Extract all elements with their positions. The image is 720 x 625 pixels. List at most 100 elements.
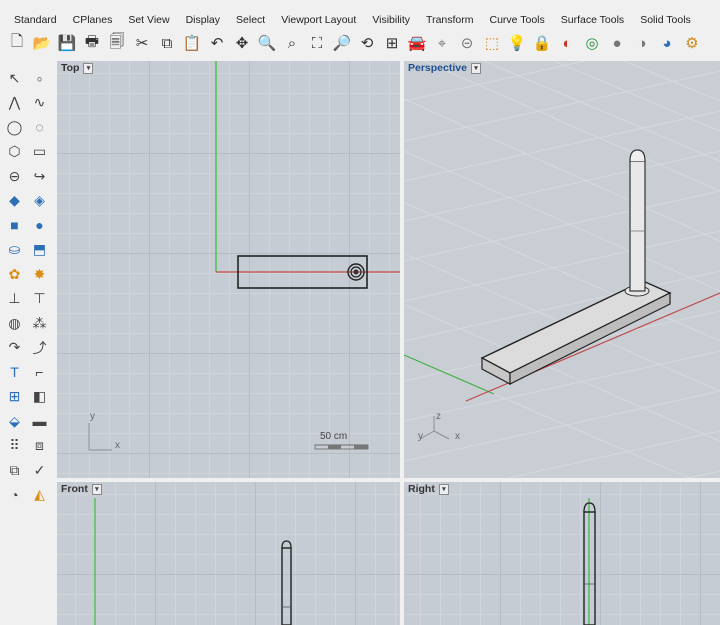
- tab-select[interactable]: Select: [228, 14, 273, 26]
- axis-label-z: z: [436, 411, 441, 422]
- import-icon[interactable]: 🗐: [106, 32, 128, 54]
- array-icon[interactable]: ⊞: [2, 385, 27, 409]
- cylinder-icon[interactable]: ⛀: [2, 238, 27, 262]
- palette-row: ◔ ◭: [2, 483, 56, 508]
- layer-icon[interactable]: ⧉: [2, 458, 27, 482]
- box-icon[interactable]: ■: [2, 213, 27, 237]
- scale-bar-segment: [328, 445, 341, 449]
- tab-set-view[interactable]: Set View: [120, 14, 177, 26]
- snap-icon[interactable]: ⌖: [431, 32, 453, 54]
- select-icon[interactable]: ⬚: [481, 32, 503, 54]
- render-preview-icon[interactable]: ◑: [631, 32, 653, 54]
- transform-icon[interactable]: ⬙: [2, 409, 27, 433]
- join-icon[interactable]: ⁂: [27, 311, 52, 335]
- viewport-menu-caret-icon[interactable]: ▾: [438, 483, 449, 495]
- circle-icon[interactable]: ◯: [2, 115, 27, 139]
- rendered-sphere-icon[interactable]: ◕: [656, 32, 678, 54]
- offset-icon[interactable]: ↷: [2, 336, 27, 360]
- zoom-selected-icon[interactable]: 🔎: [331, 32, 353, 54]
- viewport-title-front[interactable]: Front ▾: [61, 483, 102, 495]
- mirror-icon[interactable]: ◧: [27, 385, 52, 409]
- tab-surface-tools[interactable]: Surface Tools: [553, 14, 632, 26]
- viewport-menu-caret-icon[interactable]: ▾: [470, 62, 481, 74]
- tab-solid-tools[interactable]: Solid Tools: [632, 14, 699, 26]
- surface-icon[interactable]: ◆: [2, 189, 27, 213]
- color-wheel-icon[interactable]: ◎: [581, 32, 603, 54]
- grid-array-icon[interactable]: ⠿: [2, 434, 27, 458]
- render-mesh-icon[interactable]: ◔: [2, 483, 27, 507]
- open-icon[interactable]: 📂: [31, 32, 53, 54]
- analyze-icon[interactable]: ▬: [27, 409, 52, 433]
- viewport-title-top[interactable]: Top ▾: [61, 62, 94, 74]
- tab-curve-tools[interactable]: Curve Tools: [482, 14, 553, 26]
- new-icon[interactable]: 🗋: [6, 32, 28, 54]
- point-icon[interactable]: ∘: [27, 66, 52, 90]
- material-icon[interactable]: ◐: [556, 32, 578, 54]
- cut-icon[interactable]: ✂: [131, 32, 153, 54]
- render-icon[interactable]: ●: [606, 32, 628, 54]
- zoom-extents-icon[interactable]: ⛶: [306, 32, 328, 54]
- text-icon[interactable]: T: [2, 360, 27, 384]
- ellipse-icon[interactable]: ⊖: [2, 164, 27, 188]
- curve-icon[interactable]: ∿: [27, 91, 52, 115]
- zoom-window-icon[interactable]: ⌕: [281, 32, 303, 54]
- viewport-perspective[interactable]: Perspective ▾ z y x: [404, 61, 720, 478]
- paint-icon[interactable]: ◭: [27, 483, 52, 507]
- zoom-icon[interactable]: 🔍: [256, 32, 278, 54]
- mesh-icon[interactable]: ✿: [2, 262, 27, 286]
- fillet-icon[interactable]: ↪: [27, 164, 52, 188]
- rotate-view-icon[interactable]: ⟲: [356, 32, 378, 54]
- car-icon[interactable]: 🚘: [406, 32, 428, 54]
- axis-label-y: y: [90, 411, 95, 422]
- scale-bar-segment: [354, 445, 368, 449]
- boolean-icon[interactable]: ◍: [2, 311, 27, 335]
- viewport-front[interactable]: Front ▾: [57, 482, 400, 625]
- select-arrow-icon[interactable]: ↖: [2, 66, 27, 90]
- print-icon[interactable]: 🖶: [81, 32, 103, 54]
- viewport-menu-caret-icon[interactable]: ▾: [83, 62, 94, 74]
- cplane-icon[interactable]: ⊝: [456, 32, 478, 54]
- paste-icon[interactable]: 📋: [181, 32, 203, 54]
- tab-standard[interactable]: Standard: [0, 14, 65, 26]
- split-icon[interactable]: ⊥: [2, 287, 27, 311]
- viewport-right[interactable]: Right ▾: [404, 482, 720, 625]
- pan-icon[interactable]: ✥: [231, 32, 253, 54]
- y-axis-line: [404, 354, 495, 395]
- palette-row: ⧉ ✓: [2, 458, 56, 483]
- tab-transform[interactable]: Transform: [418, 14, 481, 26]
- trim-icon[interactable]: ⊤: [27, 287, 52, 311]
- tab-cplanes[interactable]: CPlanes: [65, 14, 121, 26]
- polyline-icon[interactable]: ⋀: [2, 91, 27, 115]
- post-outline-inner: [353, 269, 359, 275]
- dimension-icon[interactable]: ⌐: [27, 360, 52, 384]
- rebuild-icon[interactable]: ⤴: [27, 336, 52, 360]
- save-icon[interactable]: 💾: [56, 32, 78, 54]
- arc-icon[interactable]: ◌: [27, 115, 52, 139]
- rectangle-icon[interactable]: ▭: [27, 140, 52, 164]
- extrude-icon[interactable]: ⬒: [27, 238, 52, 262]
- tab-viewport-layout[interactable]: Viewport Layout: [273, 14, 364, 26]
- tab-display[interactable]: Display: [178, 14, 228, 26]
- standard-toolbar: 🗋 📂 💾 🖶 🗐 ✂ ⧉ 📋 ↶ ✥ 🔍 ⌕ ⛶ 🔎 ⟲ ⊞ 🚘 ⌖ ⊝ ⬚ 💡 🔒 ◐ ◎ ● ◑ ◕ ⚙: [6, 30, 720, 56]
- undo-icon[interactable]: ↶: [206, 32, 228, 54]
- tab-visibility[interactable]: Visibility: [364, 14, 418, 26]
- polygon-icon[interactable]: ⬡: [2, 140, 27, 164]
- check-icon[interactable]: ✓: [27, 458, 52, 482]
- loft-icon[interactable]: ◈: [27, 189, 52, 213]
- explode-icon[interactable]: ✸: [27, 262, 52, 286]
- sphere-icon[interactable]: ●: [27, 213, 52, 237]
- lock-icon[interactable]: 🔒: [531, 32, 553, 54]
- viewport-title-perspective[interactable]: Perspective ▾: [408, 62, 481, 74]
- front-view-geometry: [94, 498, 292, 625]
- options-icon[interactable]: ⚙: [681, 32, 703, 54]
- copy-icon[interactable]: ⧉: [156, 32, 178, 54]
- four-viewports-icon[interactable]: ⊞: [381, 32, 403, 54]
- palette-row: ⊖ ↪: [2, 164, 56, 189]
- viewport-top[interactable]: Top ▾ y x 50 cm: [57, 61, 400, 478]
- group-icon[interactable]: ⧈: [27, 434, 52, 458]
- viewport-menu-caret-icon[interactable]: ▾: [91, 483, 102, 495]
- viewport-title-right[interactable]: Right ▾: [408, 483, 449, 495]
- palette-row: ⬙ ▬: [2, 409, 56, 434]
- post-outline: [281, 547, 292, 625]
- light-bulb-icon[interactable]: 💡: [506, 32, 528, 54]
